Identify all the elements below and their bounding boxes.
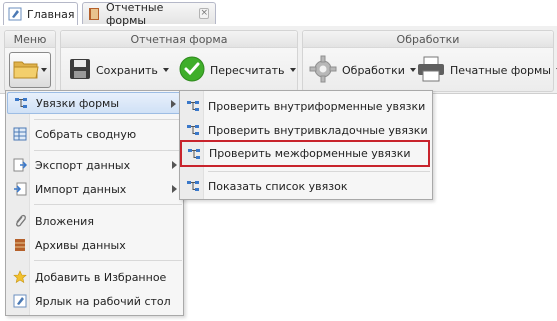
menu-item-label: Ярлык на рабочий стол [35, 294, 171, 308]
menu-item-label: Вложения [35, 214, 94, 228]
links-icon [186, 179, 200, 193]
submenu-item-show-links-list[interactable]: Показать список увязок [181, 175, 431, 197]
chevron-down-icon [289, 68, 296, 72]
menu-item-form-links[interactable]: Увязки формы [7, 92, 183, 114]
archive-icon [13, 238, 27, 252]
import-icon [13, 182, 27, 196]
menu-item-label: Архивы данных [35, 238, 126, 252]
processing-button[interactable]: Обработки [309, 53, 416, 87]
menu-item-label: Добавить в Избранное [35, 270, 167, 284]
submenu-item-label: Показать список увязок [208, 179, 348, 193]
processing-group: Обработки Обработки Печатные формы [302, 30, 557, 92]
gear-icon [309, 55, 337, 86]
chevron-down-icon [162, 68, 169, 72]
save-label: Сохранить [96, 63, 158, 77]
save-button[interactable]: Сохранить [69, 53, 169, 87]
menu-item-label: Экспорт данных [35, 158, 131, 172]
star-icon [13, 270, 27, 284]
submenu-item-check-intraform-links[interactable]: Проверить внутриформенные увязки [181, 95, 431, 117]
edit-icon [8, 7, 22, 21]
tab-home[interactable]: Главная [3, 2, 78, 25]
menu-separator [34, 119, 182, 120]
processing-group-title: Обработки [303, 31, 553, 48]
book-icon [87, 7, 101, 21]
links-icon [14, 96, 28, 110]
menu-item-label: Увязки формы [36, 96, 120, 110]
recalculate-label: Пересчитать [210, 63, 285, 77]
floppy-icon [69, 58, 91, 83]
links-icon [186, 99, 200, 113]
folder-icon [13, 58, 39, 83]
export-icon [13, 158, 28, 172]
menu-item-add-favorite[interactable]: Добавить в Избранное [7, 266, 183, 288]
chevron-right-icon [172, 185, 177, 193]
menu-item-desktop-shortcut[interactable]: Ярлык на рабочий стол [7, 290, 183, 312]
menu-item-label: Собрать сводную [35, 127, 137, 141]
menu-item-import-data[interactable]: Импорт данных [7, 178, 183, 200]
menu-button[interactable] [9, 52, 51, 88]
submenu-item-check-interform-links[interactable]: Проверить межформенные увязки [180, 140, 430, 167]
chevron-right-icon [171, 100, 176, 108]
chevron-down-icon [41, 68, 47, 72]
check-icon [179, 56, 205, 85]
submenu-separator [208, 171, 430, 172]
tab-bar: Главная Отчетные формы × [0, 0, 557, 27]
menu-item-data-archives[interactable]: Архивы данных [7, 234, 183, 256]
submenu-item-label: Проверить внутривкладочные увязки [208, 123, 428, 137]
table-icon [13, 127, 27, 141]
form-links-submenu: Проверить внутриформенные увязки Провери… [179, 90, 433, 200]
links-icon [187, 147, 201, 161]
chevron-right-icon [172, 161, 177, 169]
menu-separator [34, 260, 182, 261]
menu-separator [34, 150, 182, 151]
menu-item-export-data[interactable]: Экспорт данных [7, 154, 183, 176]
chevron-down-icon [409, 68, 416, 72]
submenu-item-check-intratab-links[interactable]: Проверить внутривкладочные увязки [181, 119, 431, 141]
printer-icon [417, 56, 445, 85]
menu-group-title: Меню [5, 31, 55, 48]
report-form-group: Отчетная форма Сохранить Пересчитать [60, 30, 298, 92]
print-forms-button[interactable]: Печатные формы [417, 53, 557, 87]
print-forms-label: Печатные формы [450, 63, 551, 77]
processing-label: Обработки [342, 63, 405, 77]
tab-report-forms-label: Отчетные формы [106, 0, 164, 27]
ribbon-toolbar: Меню Отчетная форма Сохранить Пересчитат… [0, 26, 557, 94]
report-form-group-title: Отчетная форма [61, 31, 297, 48]
menu-separator [34, 204, 182, 205]
main-menu: Увязки формы Собрать сводную Экспорт дан… [5, 90, 184, 316]
tab-home-label: Главная [27, 7, 75, 21]
shortcut-icon [13, 294, 27, 308]
menu-group: Меню [4, 30, 56, 92]
close-icon[interactable]: × [199, 8, 209, 19]
links-icon [186, 123, 200, 137]
menu-item-build-summary[interactable]: Собрать сводную [7, 123, 183, 145]
recalculate-button[interactable]: Пересчитать [179, 53, 296, 87]
tab-report-forms[interactable]: Отчетные формы × [82, 0, 216, 27]
paperclip-icon [13, 214, 27, 228]
submenu-item-label: Проверить межформенные увязки [209, 147, 411, 160]
menu-item-label: Импорт данных [35, 182, 127, 196]
submenu-item-label: Проверить внутриформенные увязки [208, 99, 426, 113]
menu-item-attachments[interactable]: Вложения [7, 210, 183, 232]
